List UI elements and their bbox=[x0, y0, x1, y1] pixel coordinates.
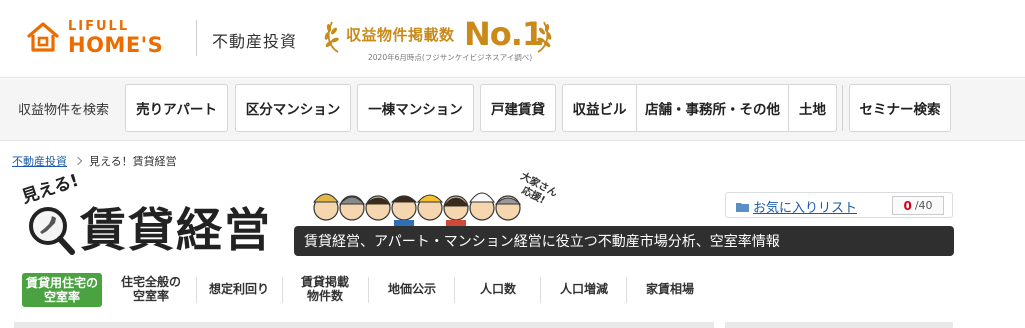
tab-label: 想定利回り bbox=[208, 282, 269, 296]
tab-separator bbox=[368, 277, 369, 303]
tab-label-line2: 空室率 bbox=[132, 289, 169, 303]
tab-label: 人口増減 bbox=[559, 282, 608, 296]
nav-label: 収益物件を検索 bbox=[18, 103, 110, 118]
logo-bottom-text: HOME'S bbox=[68, 33, 164, 57]
mieru-chintai-logo: 見える! 賃貸経営 bbox=[14, 171, 304, 262]
award-note: 2020年6月時点(フジサンケイビジネスアイ調べ) bbox=[368, 53, 533, 62]
title-kanji: 賃貸経営 bbox=[80, 203, 272, 257]
lifull-homes-logo[interactable]: LIFULL HOME'S bbox=[26, 18, 182, 58]
tab-housing-vacancy-rate[interactable]: 住宅全般の 空室率 bbox=[112, 270, 190, 308]
chevron-right-icon bbox=[73, 156, 83, 166]
tab-population[interactable]: 人口数 bbox=[458, 270, 538, 308]
laurel-left-icon bbox=[324, 21, 339, 53]
tab-separator bbox=[282, 277, 283, 303]
laurel-right-icon bbox=[537, 21, 552, 53]
tab-rental-vacancy-rate[interactable]: 賃貸用住宅の 空室率 bbox=[22, 273, 102, 307]
favorites-link[interactable]: お気に入りリスト bbox=[736, 197, 857, 216]
nav-condo-unit-button[interactable]: 区分マンション bbox=[235, 84, 351, 132]
breadcrumb: 不動産投資 見える！賃貸経営 bbox=[12, 153, 177, 169]
tab-label-line1: 住宅全般の bbox=[120, 275, 181, 289]
tab-label-line1: 賃貸用住宅の bbox=[26, 276, 99, 290]
tab-label-line2: 物件数 bbox=[306, 289, 343, 303]
nav-land-button[interactable]: 土地 bbox=[789, 84, 837, 132]
logo-top-text: LIFULL bbox=[68, 19, 130, 34]
favorites-box: お気に入りリスト 0 /40 bbox=[725, 192, 953, 218]
property-search-nav: 収益物件を検索 売りアパート 区分マンション 一棟マンション 戸建賃貸 収益ビル… bbox=[0, 79, 1025, 141]
award-rank: No.1 bbox=[464, 15, 544, 53]
nav-commercial-building-button[interactable]: 収益ビル bbox=[562, 84, 637, 132]
award-badge: 収益物件掲載数 No.1 2020年6月時点(フジサンケイビジネスアイ調べ) bbox=[324, 12, 554, 64]
nav-whole-condo-button[interactable]: 一棟マンション bbox=[357, 84, 474, 132]
tab-label-line1: 賃貸掲載 bbox=[300, 275, 349, 289]
nav-house-rental-button[interactable]: 戸建賃貸 bbox=[480, 84, 556, 132]
content-panel-top bbox=[14, 322, 714, 328]
tab-separator bbox=[626, 277, 627, 303]
favorites-count: 0 bbox=[903, 198, 912, 213]
favorites-total: /40 bbox=[914, 199, 933, 212]
tab-separator bbox=[196, 277, 197, 303]
magnifier-japan-icon bbox=[29, 207, 75, 255]
page-description: 賃貸経営、アパート・マンション経営に役立つ不動産市場分析、空室率情報 bbox=[294, 226, 954, 256]
breadcrumb-home-link[interactable]: 不動産投資 bbox=[12, 153, 67, 169]
tab-rent-market[interactable]: 家賃相場 bbox=[630, 270, 710, 308]
sidebar-panel-top bbox=[725, 322, 953, 328]
landlord-faces-illustration bbox=[312, 192, 522, 228]
tab-expected-yield[interactable]: 想定利回り bbox=[200, 270, 278, 308]
tab-label: 地価公示 bbox=[387, 282, 436, 296]
nav-apartment-button[interactable]: 売りアパート bbox=[125, 84, 228, 132]
tab-separator bbox=[540, 277, 541, 303]
house-logo-icon bbox=[27, 22, 59, 52]
subbrand-label[interactable]: 不動産投資 bbox=[212, 28, 297, 52]
tab-label: 家賃相場 bbox=[645, 282, 694, 296]
tab-rental-listings[interactable]: 賃貸掲載 物件数 bbox=[286, 270, 364, 308]
tab-separator bbox=[454, 277, 455, 303]
tab-population-change[interactable]: 人口増減 bbox=[544, 270, 624, 308]
award-text: 収益物件掲載数 bbox=[346, 26, 455, 44]
nav-seminar-search-button[interactable]: セミナー検索 bbox=[849, 84, 951, 132]
favorites-counter: 0 /40 bbox=[892, 196, 944, 215]
tab-label: 人口数 bbox=[479, 282, 516, 296]
tab-label-line2: 空室率 bbox=[43, 290, 80, 304]
tab-land-price[interactable]: 地価公示 bbox=[372, 270, 452, 308]
favorites-label: お気に入りリスト bbox=[753, 201, 858, 216]
site-header: LIFULL HOME'S 不動産投資 収益物件掲載数 No.1 2020年6月… bbox=[0, 0, 1025, 78]
logo-divider bbox=[196, 20, 197, 56]
folder-icon bbox=[736, 202, 749, 212]
nav-store-office-button[interactable]: 店舗・事務所・その他 bbox=[637, 84, 789, 132]
breadcrumb-current: 見える！賃貸経営 bbox=[89, 155, 177, 168]
nav-divider bbox=[842, 85, 843, 131]
